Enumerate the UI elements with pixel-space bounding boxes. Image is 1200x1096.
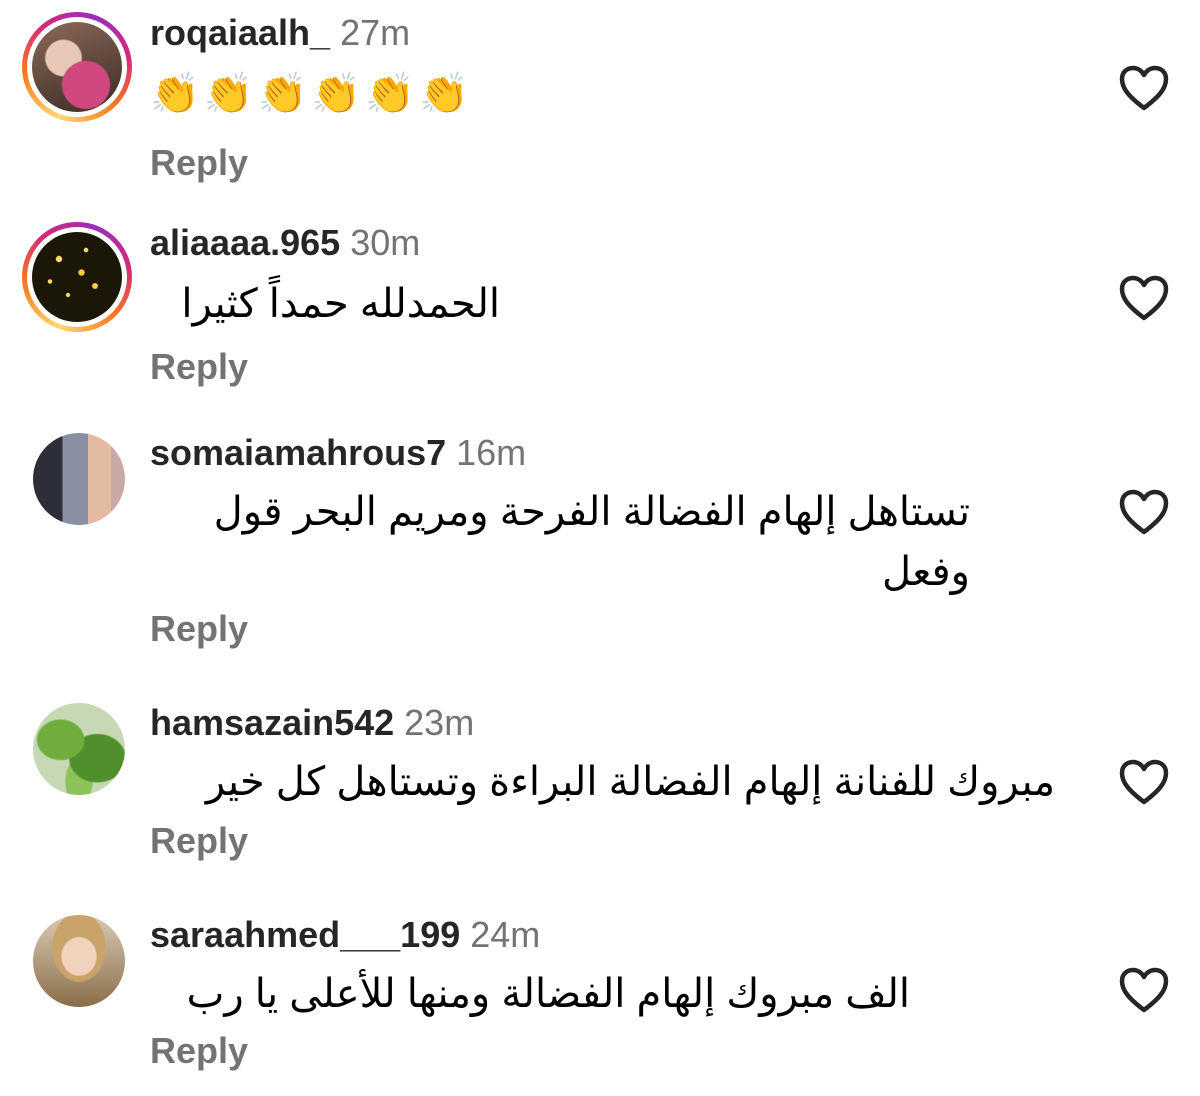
avatar-story-ring[interactable] (22, 12, 132, 122)
avatar-wrap[interactable] (32, 702, 126, 796)
comment-timestamp: 30m (350, 222, 421, 263)
avatar (33, 915, 125, 1007)
comment-timestamp: 16m (456, 432, 527, 473)
reply-button[interactable]: Reply (150, 1028, 1110, 1074)
avatar (33, 433, 125, 525)
reply-button[interactable]: Reply (150, 606, 1110, 652)
comment-text: تستاهل إلهام الفضالة الفرحة ومريم البحر … (202, 490, 970, 594)
comment-username[interactable]: somaiamahrous7 (150, 432, 446, 473)
comment-text: الف مبروك إلهام الفضالة ومنها للأعلى يا … (186, 972, 910, 1016)
comment-username[interactable]: hamsazain542 (150, 702, 394, 743)
reply-button[interactable]: Reply (150, 140, 1110, 186)
avatar (33, 703, 125, 795)
comment-text: مبروك للفنانة إلهام الفضالة البراءة وتست… (205, 760, 1055, 804)
reply-button[interactable]: Reply (150, 344, 1110, 390)
avatar-wrap[interactable] (32, 432, 126, 526)
comment-text: 👏👏👏👏👏👏 (150, 72, 473, 116)
avatar-story-ring[interactable] (22, 222, 132, 332)
comment-text: الحمدلله حمداً كثيرا (181, 282, 500, 326)
heart-outline-icon[interactable] (1118, 488, 1170, 536)
heart-outline-icon[interactable] (1118, 274, 1170, 322)
comment-timestamp: 27m (340, 12, 411, 53)
comment-username[interactable]: roqaiaalh_ (150, 12, 330, 53)
reply-button[interactable]: Reply (150, 818, 1110, 864)
heart-outline-icon[interactable] (1118, 966, 1170, 1014)
comment-timestamp: 23m (404, 702, 475, 743)
avatar (32, 22, 122, 112)
comment-timestamp: 24m (470, 914, 541, 955)
comment-username[interactable]: saraahmed___199 (150, 914, 460, 955)
heart-outline-icon[interactable] (1118, 758, 1170, 806)
avatar (32, 232, 122, 322)
heart-outline-icon[interactable] (1118, 64, 1170, 112)
avatar-wrap[interactable] (32, 914, 126, 1008)
comment-username[interactable]: aliaaaa.965 (150, 222, 340, 263)
